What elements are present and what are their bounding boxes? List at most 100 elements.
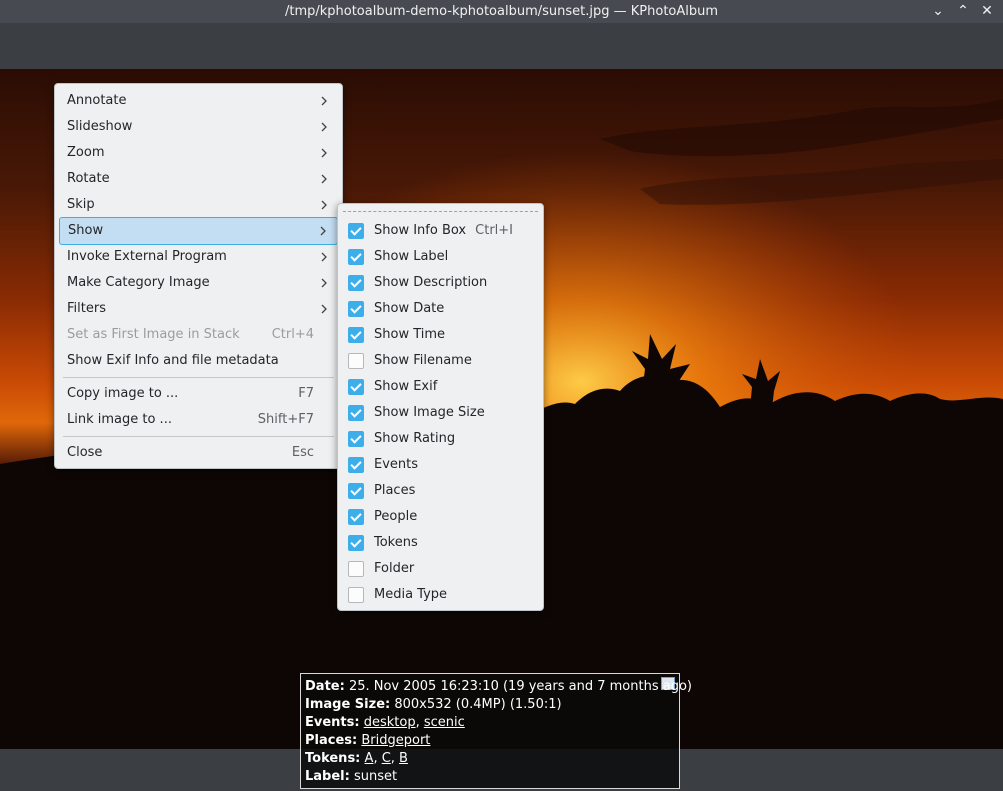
info-events-row: Events: desktop, scenic	[305, 715, 465, 730]
info-label-label: Label:	[305, 769, 350, 784]
info-date-value: 25. Nov 2005 16:23:10 (19 years and 7 mo…	[348, 679, 692, 694]
show-item-time[interactable]: Show Time	[342, 322, 539, 348]
menu-item-label: Slideshow	[67, 119, 133, 134]
menu-item-link-image[interactable]: Link image to ... Shift+F7	[59, 407, 338, 433]
show-item-places[interactable]: Places	[342, 478, 539, 504]
checkbox-checked-icon	[348, 431, 364, 447]
info-box[interactable]: Date: 25. Nov 2005 16:23:10 (19 years an…	[300, 673, 692, 789]
close-window-button[interactable]: ✕	[976, 1, 998, 22]
show-item-shortcut: Ctrl+I	[475, 223, 513, 238]
show-item-folder[interactable]: Folder	[342, 556, 539, 582]
place-link-bridgeport[interactable]: Bridgeport	[361, 733, 430, 748]
info-label-value: sunset	[353, 769, 398, 784]
menu-item-shortcut: Ctrl+4	[271, 327, 314, 342]
menu-item-annotate[interactable]: Annotate	[59, 88, 338, 114]
menu-item-close[interactable]: Close Esc	[59, 440, 338, 466]
menu-item-label: Copy image to ...	[67, 386, 179, 401]
menu-separator	[63, 436, 334, 437]
checkbox-checked-icon	[348, 483, 364, 499]
show-item-date[interactable]: Show Date	[342, 296, 539, 322]
show-item-label: Show Time	[374, 327, 446, 342]
menu-item-label: Filters	[67, 301, 106, 316]
show-item-label: Folder	[374, 561, 415, 576]
chevron-right-icon	[321, 174, 327, 184]
info-places-row: Places: Bridgeport	[305, 733, 430, 748]
menu-item-label: Close	[67, 445, 103, 460]
info-places-label: Places:	[305, 733, 358, 748]
event-link-desktop[interactable]: desktop	[364, 715, 416, 730]
event-link-scenic[interactable]: scenic	[424, 715, 465, 730]
menu-item-shortcut: F7	[298, 386, 314, 401]
menu-item-shortcut: Shift+F7	[257, 412, 314, 427]
menu-item-make-category-image[interactable]: Make Category Image	[59, 270, 338, 296]
show-item-label: Show Filename	[374, 353, 472, 368]
show-item-exif[interactable]: Show Exif	[342, 374, 539, 400]
checkbox-checked-icon	[348, 379, 364, 395]
menu-item-label: Make Category Image	[67, 275, 210, 290]
show-item-label: Show Rating	[374, 431, 456, 446]
show-item-people[interactable]: People	[342, 504, 539, 530]
info-tokens-row: Tokens: A, C, B	[305, 751, 408, 766]
menu-item-skip[interactable]: Skip	[59, 192, 338, 218]
show-item-events[interactable]: Events	[342, 452, 539, 478]
show-item-label: Events	[374, 457, 419, 472]
tear-off-handle[interactable]	[343, 211, 538, 212]
checkbox-checked-icon	[348, 509, 364, 525]
menu-item-label: Link image to ...	[67, 412, 172, 427]
show-item-image-size[interactable]: Show Image Size	[342, 400, 539, 426]
chevron-right-icon	[321, 278, 327, 288]
show-item-description[interactable]: Show Description	[342, 270, 539, 296]
show-submenu: Show Info Box Ctrl+I Show Label Show Des…	[337, 203, 544, 611]
token-link-a[interactable]: A	[365, 751, 374, 766]
minimize-button[interactable]: ⌄	[927, 1, 949, 22]
checkbox-checked-icon	[348, 275, 364, 291]
menu-item-show[interactable]: Show	[59, 217, 338, 245]
show-item-rating[interactable]: Show Rating	[342, 426, 539, 452]
show-item-label: Media Type	[374, 587, 448, 602]
menu-item-slideshow[interactable]: Slideshow	[59, 114, 338, 140]
title-bar: /tmp/kphotoalbum-demo-kphotoalbum/sunset…	[0, 0, 1003, 23]
menu-item-label: Set as First Image in Stack	[67, 327, 240, 342]
info-size-row: Image Size: 800x532 (0.4MP) (1.50:1)	[305, 697, 562, 712]
chevron-right-icon	[321, 252, 327, 262]
menu-item-filters[interactable]: Filters	[59, 296, 338, 322]
menu-item-label: Show	[68, 223, 104, 238]
info-events-label: Events:	[305, 715, 360, 730]
token-link-b[interactable]: B	[399, 751, 408, 766]
checkbox-checked-icon	[348, 457, 364, 473]
menu-item-zoom[interactable]: Zoom	[59, 140, 338, 166]
show-item-filename[interactable]: Show Filename	[342, 348, 539, 374]
menu-item-label: Show Exif Info and file metadata	[67, 353, 279, 368]
show-item-label: Tokens	[374, 535, 418, 550]
menu-item-show-exif-info[interactable]: Show Exif Info and file metadata	[59, 348, 338, 374]
maximize-button[interactable]: ⌃	[952, 1, 974, 22]
menu-item-copy-image[interactable]: Copy image to ... F7	[59, 381, 338, 407]
checkbox-unchecked-icon	[348, 353, 364, 369]
menu-separator	[63, 377, 334, 378]
show-item-media-type[interactable]: Media Type	[342, 582, 539, 608]
token-link-c[interactable]: C	[382, 751, 391, 766]
chevron-right-icon	[320, 226, 326, 236]
show-item-label: Places	[374, 483, 416, 498]
show-item-label: Show Image Size	[374, 405, 485, 420]
checkbox-unchecked-icon	[348, 587, 364, 603]
menu-item-shortcut: Esc	[291, 445, 314, 460]
checkbox-checked-icon	[348, 405, 364, 421]
show-item-label-toggle[interactable]: Show Label	[342, 244, 539, 270]
checkbox-checked-icon	[348, 301, 364, 317]
context-menu: Annotate Slideshow Zoom Rotate Skip Show…	[54, 83, 343, 469]
checkbox-checked-icon	[348, 535, 364, 551]
checkbox-checked-icon	[348, 223, 364, 239]
show-item-label: People	[374, 509, 418, 524]
show-item-tokens[interactable]: Tokens	[342, 530, 539, 556]
show-item-label: Show Exif	[374, 379, 438, 394]
info-label-row: Label: sunset	[305, 769, 397, 784]
menu-item-invoke-external-program[interactable]: Invoke External Program	[59, 244, 338, 270]
info-tokens-label: Tokens:	[305, 751, 361, 766]
chevron-right-icon	[321, 304, 327, 314]
show-item-info-box[interactable]: Show Info Box Ctrl+I	[342, 218, 539, 244]
checkbox-checked-icon	[348, 327, 364, 343]
menu-item-rotate[interactable]: Rotate	[59, 166, 338, 192]
menu-item-label: Skip	[67, 197, 95, 212]
info-date-row: Date: 25. Nov 2005 16:23:10 (19 years an…	[305, 679, 692, 694]
